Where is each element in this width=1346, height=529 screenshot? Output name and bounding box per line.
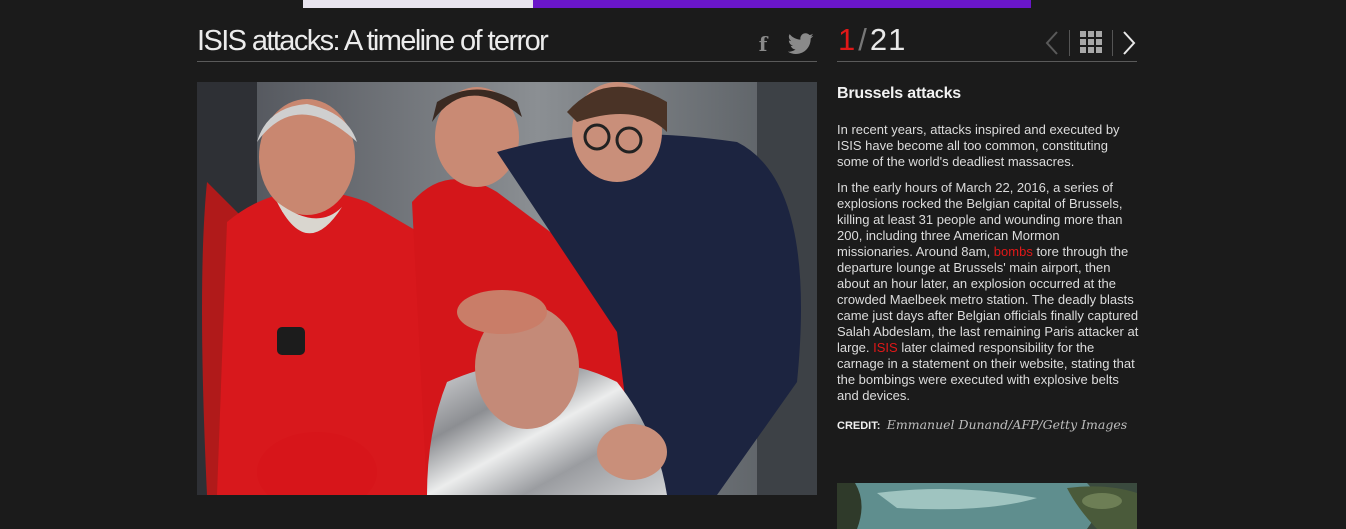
photo-credit: CREDIT: Emmanuel Dunand/AFP/Getty Images: [837, 417, 1139, 432]
credit-label: CREDIT:: [837, 420, 881, 432]
slide-photo: [197, 82, 817, 495]
grid-icon[interactable]: [1080, 31, 1102, 53]
slide-counter: 1/21: [838, 22, 906, 58]
slide-title: Brussels attacks: [837, 85, 961, 102]
slide-intro: In recent years, attacks inspired and ex…: [837, 122, 1120, 169]
facebook-icon[interactable]: f: [755, 33, 771, 55]
ad-banner[interactable]: [303, 0, 1031, 8]
ad-banner-fill: [533, 0, 1031, 8]
slide-body-text: tore through the departure lounge at Bru…: [837, 244, 1139, 355]
next-slide-thumbnail[interactable]: [837, 483, 1137, 529]
slide-current: 1: [838, 22, 856, 57]
credit-name: Emmanuel Dunand/AFP/Getty Images: [886, 417, 1128, 432]
isis-link[interactable]: ISIS: [873, 340, 898, 355]
chevron-right-icon[interactable]: [1120, 30, 1138, 56]
twitter-icon[interactable]: [787, 33, 814, 55]
bombs-link[interactable]: bombs: [994, 244, 1033, 259]
slide-details: Brussels attacks In recent years, attack…: [837, 82, 1139, 432]
nav-divider: [1112, 30, 1113, 56]
slide-total: 21: [869, 22, 907, 57]
title-divider: [197, 61, 817, 62]
slide-separator: /: [858, 22, 867, 57]
nav-divider: [1069, 30, 1070, 56]
page-title: ISIS attacks: A timeline of terror: [197, 25, 549, 57]
counter-divider: [837, 61, 1137, 62]
chevron-left-icon[interactable]: [1043, 30, 1061, 56]
slide-body: In the early hours of March 22, 2016, a …: [837, 180, 1139, 404]
